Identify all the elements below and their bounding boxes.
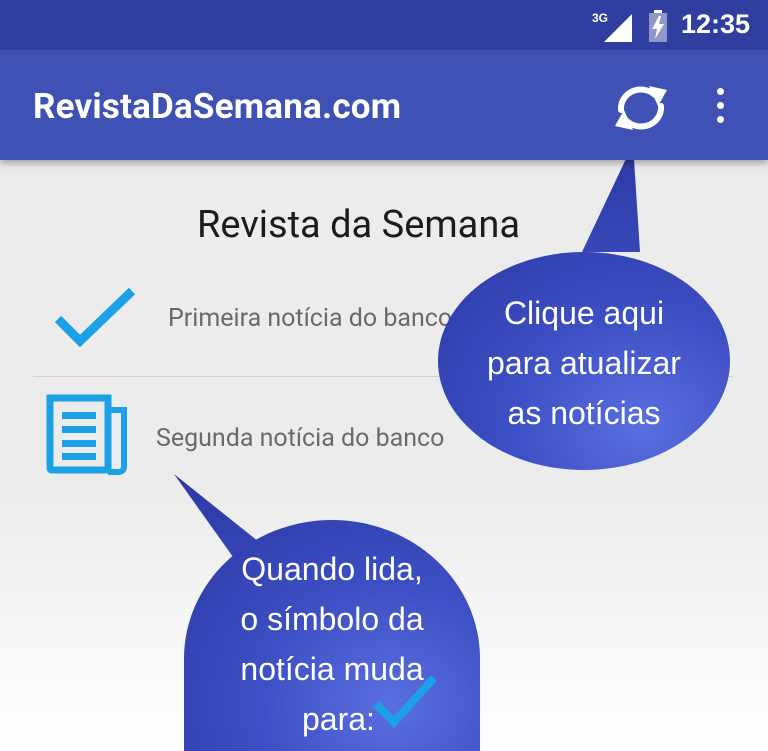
app-title: RevistaDaSemana.com xyxy=(33,86,402,127)
tooltip-line: as notícias xyxy=(507,395,661,431)
tooltip-line: para atualizar xyxy=(487,345,681,381)
tooltip-bubble: Clique aqui para atualizar as notícias xyxy=(438,252,730,470)
news-item-label: Segunda notícia do banco xyxy=(156,424,445,453)
page-title: Revista da Semana xyxy=(197,203,520,247)
tooltip-text: para: xyxy=(302,701,375,737)
status-bar: 3G 12:35 xyxy=(0,0,768,50)
checkmark-icon xyxy=(373,675,437,728)
signal-icon: 3G xyxy=(592,10,632,42)
tooltip-line: Clique aqui xyxy=(503,295,665,331)
app-bar: RevistaDaSemana.com xyxy=(0,50,768,160)
tooltip-line: o símbolo da xyxy=(240,601,424,637)
checkmark-icon xyxy=(54,287,136,349)
tooltip-pointer xyxy=(582,144,640,252)
more-vert-icon xyxy=(708,88,732,123)
newspaper-icon xyxy=(46,392,130,476)
more-options-button[interactable] xyxy=(708,88,732,130)
status-time: 12:35 xyxy=(681,9,751,39)
tooltip-line: Quando lida, xyxy=(241,551,423,587)
refresh-button[interactable] xyxy=(611,84,671,132)
network-type: 3G xyxy=(592,11,608,25)
news-item-label: Primeira notícia do banco xyxy=(168,304,453,333)
refresh-icon xyxy=(615,86,667,130)
battery-icon xyxy=(648,10,668,42)
tooltip-bubble: Quando lida, o símbolo da notícia muda p… xyxy=(184,520,480,751)
